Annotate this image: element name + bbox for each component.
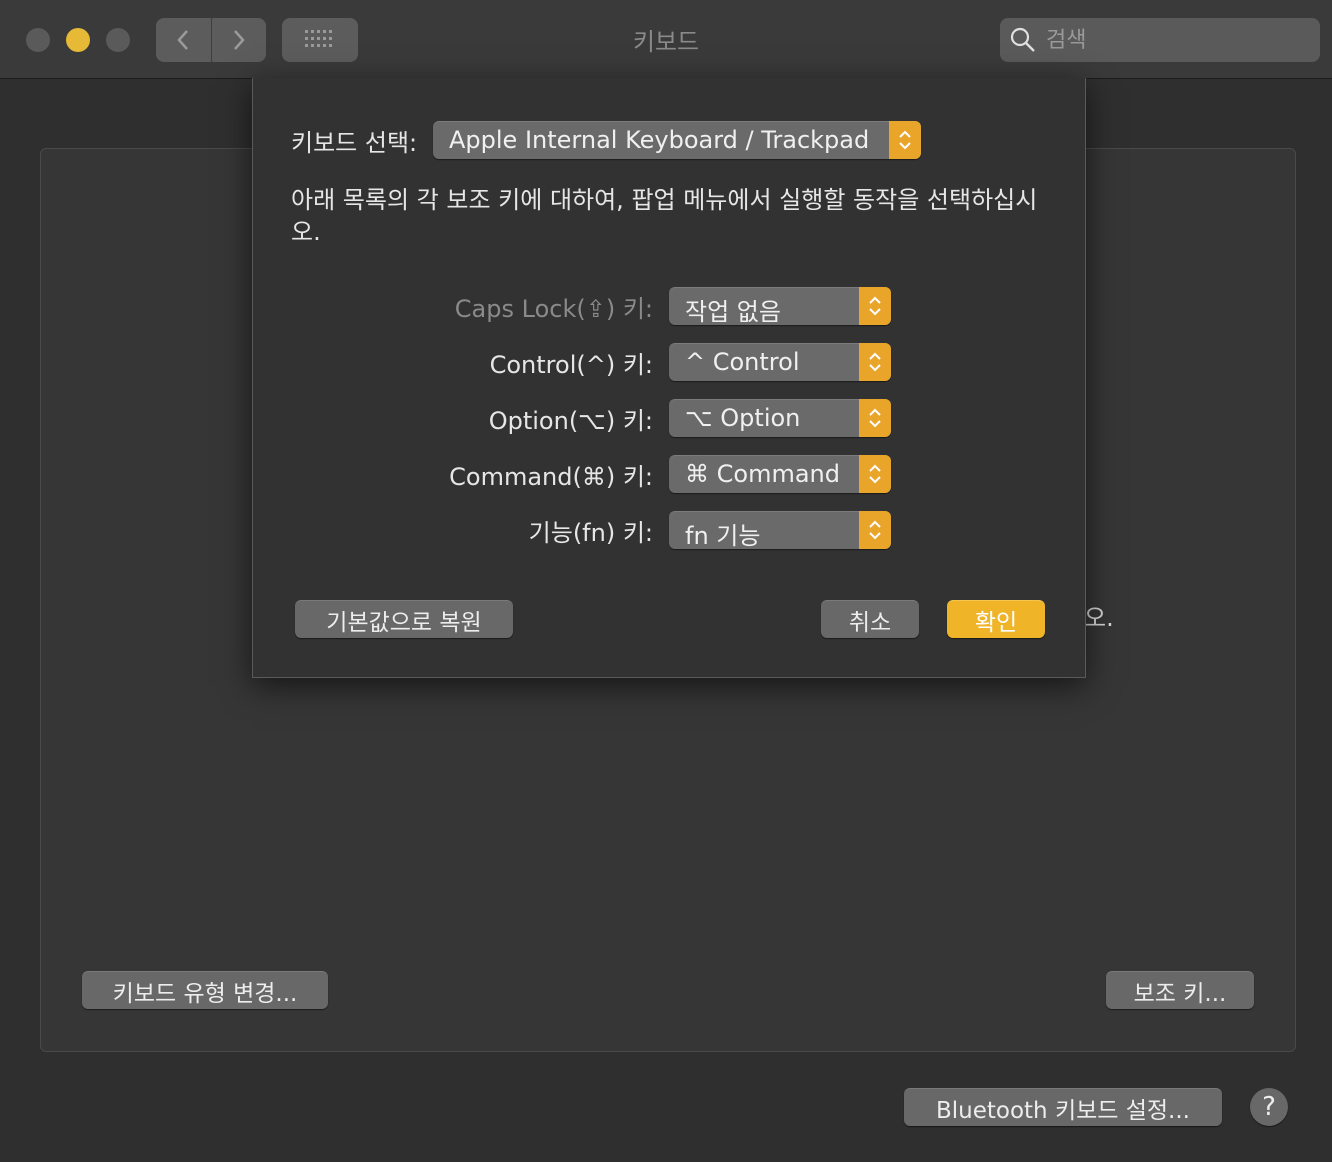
popup-stepper-icon <box>859 287 891 325</box>
zoom-window-button[interactable] <box>106 28 130 52</box>
search-field[interactable] <box>1000 18 1320 62</box>
control-key-label: Control(^) 키: <box>489 351 653 379</box>
help-icon: ? <box>1262 1092 1276 1122</box>
forward-button[interactable] <box>210 18 267 62</box>
popup-stepper-icon <box>859 511 891 549</box>
popup-stepper-icon <box>859 455 891 493</box>
ok-button[interactable]: 확인 <box>947 600 1045 638</box>
back-button[interactable] <box>156 18 211 62</box>
change-keyboard-type-button[interactable]: 키보드 유형 변경... <box>82 971 328 1009</box>
minimize-window-button[interactable] <box>66 28 90 52</box>
keyboard-select-label: 키보드 선택: <box>291 129 418 157</box>
restore-defaults-button[interactable]: 기본값으로 복원 <box>295 600 513 638</box>
chevron-left-icon <box>177 30 189 50</box>
popup-stepper-icon <box>859 399 891 437</box>
modifier-keys-sheet: 키보드 선택: Apple Internal Keyboard / Trackp… <box>252 78 1086 678</box>
fn-action-popup[interactable]: fn 기능 <box>669 511 891 550</box>
close-window-button[interactable] <box>26 28 50 52</box>
option-action-popup[interactable]: ⌥ Option <box>669 399 891 437</box>
modifier-keys-button[interactable]: 보조 키... <box>1106 971 1254 1009</box>
command-action-popup[interactable]: ⌘ Command <box>669 455 891 493</box>
control-action-value: ^ Control <box>685 348 800 376</box>
bluetooth-keyboard-setup-button[interactable]: Bluetooth 키보드 설정... <box>904 1088 1222 1126</box>
navigation-buttons <box>156 18 266 62</box>
caps-lock-action-value: 작업 없음 <box>685 298 781 326</box>
cancel-button[interactable]: 취소 <box>821 600 919 638</box>
fn-key-label: 기능(fn) 키: <box>528 519 653 547</box>
keyboard-select-value: Apple Internal Keyboard / Trackpad <box>449 126 870 154</box>
popup-stepper-icon <box>889 121 921 159</box>
keyboard-select-popup[interactable]: Apple Internal Keyboard / Trackpad <box>433 121 921 159</box>
title-bar: 키보드 <box>0 0 1332 79</box>
control-action-popup[interactable]: ^ Control <box>669 343 891 381</box>
caps-lock-action-popup[interactable]: 작업 없음 <box>669 287 891 326</box>
help-button[interactable]: ? <box>1250 1088 1288 1126</box>
instructions-text: 아래 목록의 각 보조 키에 대하여, 팝업 메뉴에서 실행할 동작을 선택하십… <box>291 186 1038 246</box>
obscured-text: 오. <box>1084 604 1114 632</box>
popup-stepper-icon <box>859 343 891 381</box>
chevron-right-icon <box>233 30 245 50</box>
command-key-label: Command(⌘) 키: <box>449 463 653 491</box>
fn-action-value: fn 기능 <box>685 522 761 550</box>
grid-icon <box>305 30 332 47</box>
option-action-value: ⌥ Option <box>685 404 801 432</box>
option-key-label: Option(⌥) 키: <box>488 407 653 435</box>
search-icon <box>1010 27 1035 52</box>
window-title: 키보드 <box>632 28 700 56</box>
search-input[interactable] <box>1044 26 1298 54</box>
show-all-button[interactable] <box>282 18 358 62</box>
caps-lock-key-label: Caps Lock(⇪) 키: <box>454 295 653 323</box>
command-action-value: ⌘ Command <box>685 460 840 488</box>
